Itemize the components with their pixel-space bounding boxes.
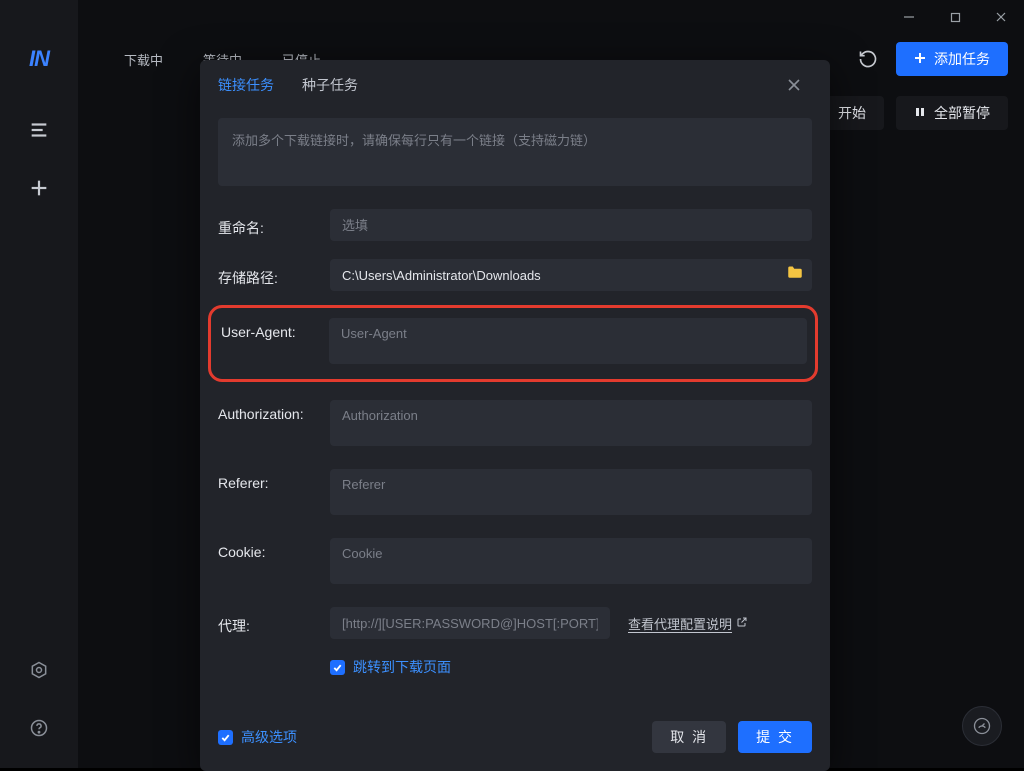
modal-header: 链接任务 种子任务 — [200, 60, 830, 110]
pause-all-button[interactable]: 全部暂停 — [896, 96, 1008, 130]
checkbox-icon — [218, 730, 233, 745]
proxy-help-link[interactable]: 查看代理配置说明 — [628, 614, 748, 633]
settings-icon[interactable] — [21, 652, 57, 688]
path-label: 存储路径: — [218, 262, 330, 288]
referer-label: Referer: — [218, 469, 330, 491]
cancel-button[interactable]: 取 消 — [652, 721, 726, 753]
help-icon[interactable] — [21, 710, 57, 746]
add-task-label: 添加任务 — [934, 49, 990, 69]
cookie-label: Cookie: — [218, 538, 330, 560]
external-link-icon — [736, 616, 748, 631]
jump-checkbox-row[interactable]: 跳转到下载页面 — [330, 657, 812, 677]
user-agent-label: User-Agent: — [217, 318, 329, 340]
plus-icon — [914, 51, 926, 67]
jump-checkbox-label: 跳转到下载页面 — [353, 657, 451, 677]
cookie-input[interactable] — [330, 538, 812, 584]
rename-label: 重命名: — [218, 212, 330, 238]
user-agent-input[interactable] — [329, 318, 807, 364]
referer-input[interactable] — [330, 469, 812, 515]
url-input[interactable] — [218, 118, 812, 186]
modal-footer: 高级选项 取 消 提 交 — [200, 705, 830, 753]
tab-link-task[interactable]: 链接任务 — [218, 61, 274, 109]
refresh-icon[interactable] — [854, 45, 882, 73]
authorization-label: Authorization: — [218, 400, 330, 422]
tab-torrent-task[interactable]: 种子任务 — [302, 61, 358, 109]
pause-all-label: 全部暂停 — [934, 103, 990, 123]
folder-icon[interactable] — [786, 264, 804, 287]
proxy-help-label: 查看代理配置说明 — [628, 614, 732, 633]
add-task-button[interactable]: 添加任务 — [896, 42, 1008, 76]
advanced-toggle[interactable]: 高级选项 — [218, 727, 297, 747]
add-task-modal: 链接任务 种子任务 重命名: 存储路径: User-Agen — [200, 60, 830, 771]
submit-button[interactable]: 提 交 — [738, 721, 812, 753]
minimize-button[interactable] — [886, 0, 932, 34]
user-agent-row-highlight: User-Agent: — [208, 305, 818, 382]
path-input[interactable] — [330, 259, 812, 291]
sidebar: IN — [0, 0, 78, 768]
speed-fab[interactable] — [962, 706, 1002, 746]
window-controls — [886, 0, 1024, 34]
close-button[interactable] — [978, 0, 1024, 34]
app-logo: IN — [29, 46, 49, 72]
proxy-label: 代理: — [218, 610, 330, 636]
proxy-input[interactable] — [330, 607, 610, 639]
tasks-icon[interactable] — [21, 112, 57, 148]
advanced-label: 高级选项 — [241, 727, 297, 747]
rename-input[interactable] — [330, 209, 812, 241]
authorization-input[interactable] — [330, 400, 812, 446]
maximize-button[interactable] — [932, 0, 978, 34]
close-icon[interactable] — [782, 73, 806, 97]
checkbox-icon — [330, 660, 345, 675]
pause-icon — [914, 105, 926, 121]
tab-downloading[interactable]: 下载中 — [104, 40, 183, 79]
add-icon[interactable] — [21, 170, 57, 206]
